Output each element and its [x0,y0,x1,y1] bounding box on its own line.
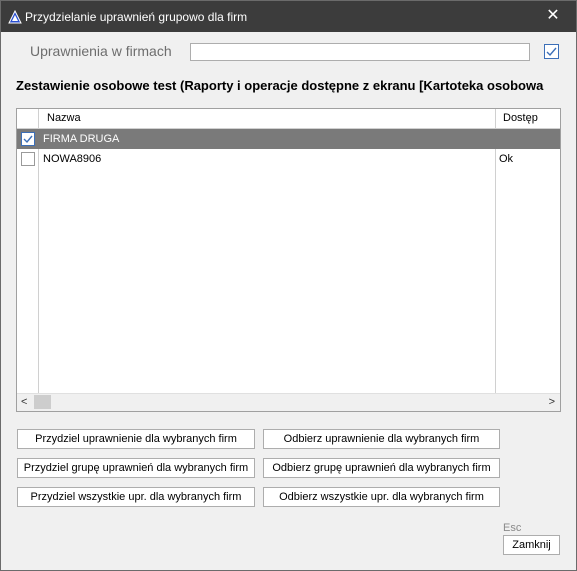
revoke-permission-button[interactable]: Odbierz uprawnienie dla wybranych firm [263,429,500,449]
table-row[interactable]: FIRMA DRUGA [17,129,560,149]
revoke-all-button[interactable]: Odbierz wszystkie upr. dla wybranych fir… [263,487,500,507]
permissions-input[interactable] [190,43,530,61]
cell-nazwa: NOWA8906 [43,153,102,165]
table-row[interactable]: NOWA8906 Ok [17,149,560,169]
checkmark-icon [23,135,33,144]
row-checkbox[interactable] [21,152,35,166]
close-window-button[interactable]: ✕ [530,1,576,32]
esc-shortcut-hint: Esc [503,522,522,534]
dialog-window: Przydzielanie uprawnień grupowo dla firm… [0,0,577,571]
assign-all-button[interactable]: Przydziel wszystkie upr. dla wybranych f… [17,487,255,507]
title-bar[interactable]: Przydzielanie uprawnień grupowo dla firm… [1,1,576,32]
assign-permission-button[interactable]: Przydziel uprawnienie dla wybranych firm [17,429,255,449]
window-title: Przydzielanie uprawnień grupowo dla firm [25,10,248,24]
column-header-nazwa[interactable]: Nazwa [47,112,81,124]
checkmark-icon [546,47,557,57]
section-heading: Zestawienie osobowe test (Raporty i oper… [16,78,544,93]
row-checkbox[interactable] [21,132,35,146]
assign-group-button[interactable]: Przydziel grupę uprawnień dla wybranych … [17,458,255,478]
cell-nazwa: FIRMA DRUGA [43,133,120,145]
scroll-left-icon[interactable]: < [21,396,27,408]
grid-header: Nazwa Dostęp [17,109,560,129]
permissions-label: Uprawnienia w firmach [30,43,172,59]
scroll-thumb[interactable] [34,395,51,409]
horizontal-scrollbar[interactable]: < > [17,393,560,411]
cell-dostep: Ok [499,153,514,165]
revoke-group-button[interactable]: Odbierz grupę uprawnień dla wybranych fi… [263,458,500,478]
app-triangle-icon [8,9,22,24]
companies-grid: Nazwa Dostęp FIRMA DRUGA NOWA8906 Ok < > [16,108,561,412]
dialog-content: Uprawnienia w firmach Zestawienie osobow… [1,32,576,570]
permissions-checkbox[interactable] [544,44,559,59]
scroll-right-icon[interactable]: > [549,396,555,408]
column-header-dostep[interactable]: Dostęp [503,112,538,124]
close-button[interactable]: Zamknij [503,535,560,555]
close-icon: ✕ [546,7,560,24]
